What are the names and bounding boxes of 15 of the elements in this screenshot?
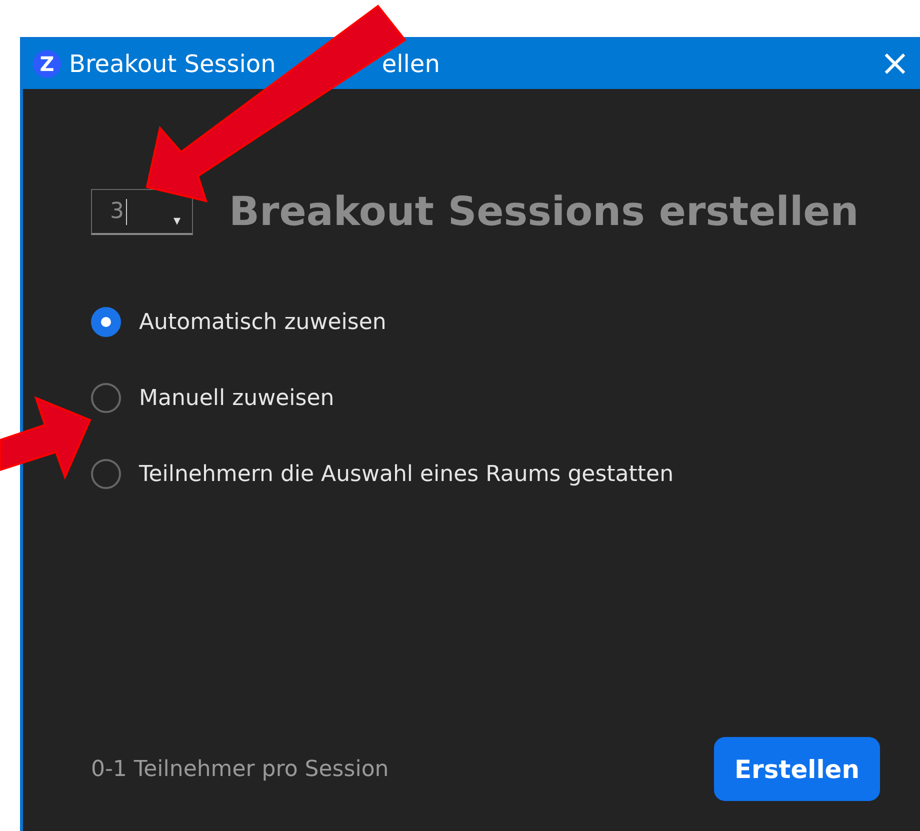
close-button[interactable]: × — [876, 46, 914, 82]
app-icon: Z — [33, 50, 61, 78]
dialog-heading: Breakout Sessions erstellen — [229, 189, 859, 235]
option-label[interactable]: Automatisch zuweisen — [139, 310, 386, 334]
create-button[interactable]: Erstellen — [714, 737, 880, 801]
radio-button[interactable] — [91, 383, 121, 413]
window-title: ellen — [382, 50, 440, 78]
radio-button[interactable] — [91, 307, 121, 337]
decrement-button[interactable]: ▾ — [165, 210, 189, 230]
window-title: Breakout Session — [69, 50, 276, 78]
option-label[interactable]: Manuell zuweisen — [139, 386, 334, 410]
radio-button[interactable] — [91, 459, 121, 489]
participants-info: 0-1 Teilnehmer pro Session — [91, 756, 389, 782]
arrow-icon — [0, 396, 92, 480]
option-label[interactable]: Teilnehmern die Auswahl eines Raums gestatten — [139, 462, 674, 486]
